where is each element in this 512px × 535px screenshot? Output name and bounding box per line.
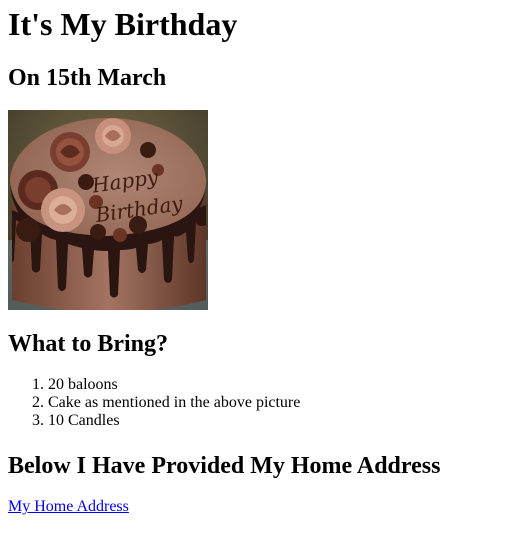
- list-item: 10 Candles: [48, 412, 300, 430]
- page-title: It's My Birthday: [8, 6, 238, 42]
- home-address-link[interactable]: My Home Address: [8, 498, 129, 516]
- page-container: It's My Birthday: [0, 0, 512, 43]
- birthday-date-heading: On 15th March: [8, 65, 167, 91]
- birthday-cake-image: Happy Birthday: [8, 110, 208, 310]
- list-item: 20 baloons: [48, 376, 300, 394]
- address-heading: Below I Have Provided My Home Address: [8, 453, 441, 479]
- what-to-bring-heading: What to Bring?: [8, 331, 169, 357]
- list-item: Cake as mentioned in the above picture: [48, 394, 300, 412]
- bring-list: 20 baloons Cake as mentioned in the abov…: [8, 376, 300, 430]
